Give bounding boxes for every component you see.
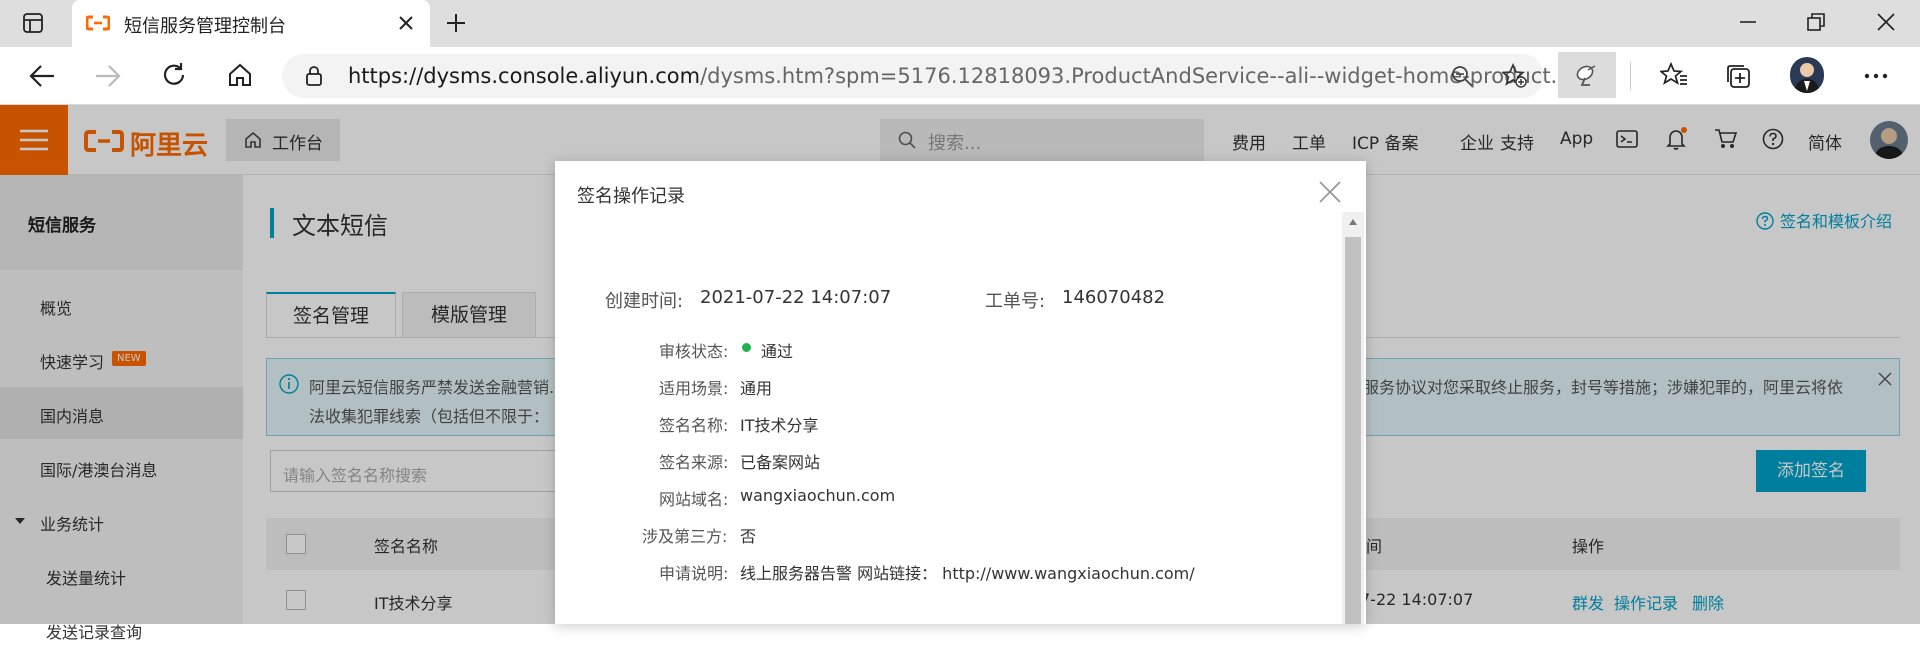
url-bar[interactable]: https://dysms.console.aliyun.com/dysms.h…	[282, 54, 1571, 98]
back-icon[interactable]	[28, 63, 56, 89]
aliyun-favicon-icon	[86, 15, 110, 31]
field-value-scene: 通用	[740, 379, 773, 398]
status-ok-icon	[742, 343, 751, 352]
created-time-label: 创建时间:	[605, 291, 684, 312]
extension-button[interactable]	[1558, 52, 1616, 98]
field-label: 涉及第三方:	[642, 527, 728, 546]
window-close-icon[interactable]	[1876, 12, 1896, 32]
favorites-icon[interactable]	[1660, 62, 1688, 88]
scrollbar-thumb[interactable]	[1345, 237, 1361, 624]
url-host: https://dysms.console.aliyun.com	[348, 64, 701, 88]
url-text[interactable]: https://dysms.console.aliyun.com/dysms.h…	[348, 64, 1571, 88]
browser-tab[interactable]: 短信服务管理控制台	[72, 0, 430, 47]
satellite-icon	[1574, 63, 1600, 87]
forward-icon[interactable]	[94, 63, 122, 89]
field-value-domain: wangxiaochun.com	[740, 486, 896, 505]
field-label: 签名名称:	[659, 416, 729, 435]
field-value-third-party: 否	[740, 527, 757, 546]
restore-icon[interactable]	[1806, 12, 1826, 32]
profile-avatar[interactable]	[1790, 57, 1824, 93]
new-tab-icon[interactable]	[444, 11, 468, 35]
url-path: /dysms.htm?spm=5176.12818093.ProductAndS…	[700, 64, 1571, 88]
reload-icon[interactable]	[160, 61, 188, 89]
toolbar-divider	[1630, 62, 1631, 90]
field-label: 网站域名:	[659, 490, 729, 509]
tab-title: 短信服务管理控制台	[124, 16, 286, 37]
field-label: 申请说明:	[659, 564, 729, 583]
modal-close-icon[interactable]	[1317, 179, 1343, 205]
created-time-value: 2021-07-22 14:07:07	[700, 287, 892, 308]
field-value-description: 线上服务器告警 网站链接： http://www.wangxiaochun.co…	[740, 564, 1195, 583]
modal-scrollbar[interactable]	[1342, 212, 1364, 624]
minimize-icon[interactable]	[1738, 12, 1758, 32]
ticket-label: 工单号:	[985, 291, 1046, 312]
modal-title: 签名操作记录	[577, 186, 685, 207]
field-label: 适用场景:	[659, 379, 729, 398]
field-label: 审核状态:	[659, 342, 729, 361]
lock-icon[interactable]	[304, 65, 324, 87]
scroll-up-arrow-icon[interactable]	[1348, 218, 1358, 226]
field-value-status: 通过	[761, 342, 794, 361]
zoom-icon[interactable]	[1450, 64, 1474, 88]
field-value-sign-name: IT技术分享	[740, 416, 819, 435]
add-favorite-icon[interactable]	[1502, 63, 1528, 89]
browser-addressbar: https://dysms.console.aliyun.com/dysms.h…	[0, 47, 1920, 105]
field-label: 签名来源:	[659, 453, 729, 472]
tab-actions-icon[interactable]	[22, 12, 44, 34]
sign-log-modal: 签名操作记录 创建时间: 2021-07-22 14:07:07 工单号: 14…	[555, 161, 1366, 624]
tab-close-icon[interactable]	[396, 13, 416, 33]
field-value-source: 已备案网站	[740, 453, 821, 472]
ticket-value: 146070482	[1062, 287, 1166, 308]
more-icon[interactable]	[1864, 73, 1888, 79]
browser-tabbar: 短信服务管理控制台	[0, 0, 1920, 47]
home-icon[interactable]	[226, 61, 254, 89]
collections-icon[interactable]	[1724, 62, 1752, 90]
